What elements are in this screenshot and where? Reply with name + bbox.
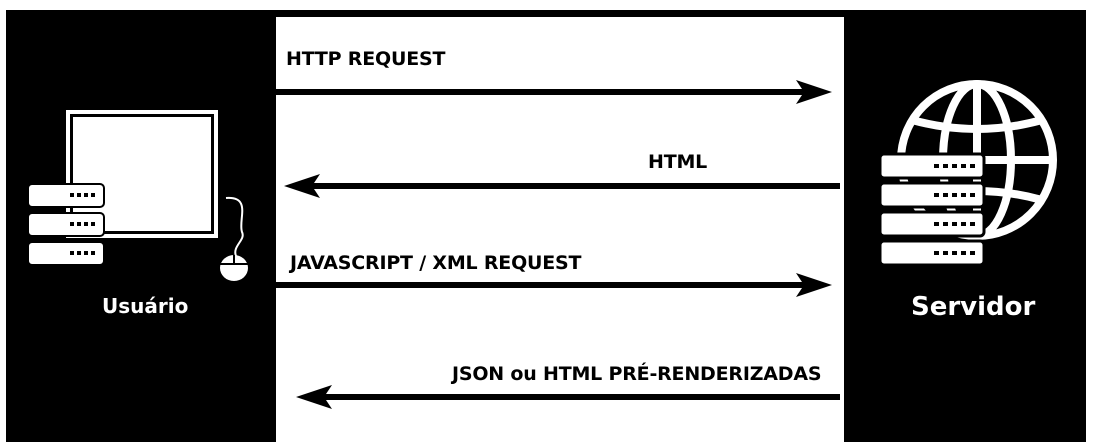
client-label: Usuário	[102, 294, 189, 318]
message-label-html: HTML	[648, 151, 708, 173]
message-label-http-request: HTTP REQUEST	[286, 48, 446, 70]
arrow-http-request	[276, 80, 832, 104]
message-label-javascript-xml-request: JAVASCRIPT / XML REQUEST	[290, 252, 582, 274]
arrow-javascript-xml-request	[276, 273, 832, 297]
server-rack-icon-server	[878, 152, 986, 267]
mouse-icon	[220, 196, 248, 281]
message-label-json-html: JSON ou HTML PRÉ-RENDERIZADAS	[452, 363, 822, 385]
arrow-json-html	[296, 385, 840, 409]
server-label: Servidor	[911, 292, 1036, 322]
arrow-html	[284, 174, 840, 198]
server-rack-icon-client	[27, 183, 105, 266]
